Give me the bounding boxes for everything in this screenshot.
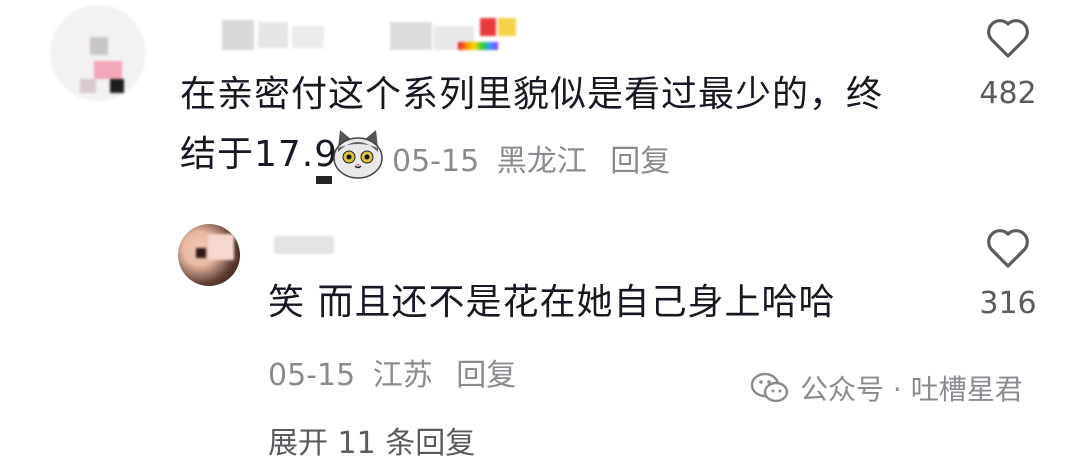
like-button[interactable] (984, 224, 1032, 272)
heart-icon (987, 229, 1029, 268)
reply-button[interactable]: 回复 (456, 358, 516, 393)
reply-button[interactable]: 回复 (610, 144, 670, 179)
like-button[interactable] (984, 14, 1032, 62)
comment-text-line-1: 在亲密付这个系列里貌似是看过最少的，终 (180, 74, 884, 115)
comment-text-line-2: 结于17.9 (180, 126, 338, 184)
mosaic-fragment (316, 176, 332, 184)
reply-commenter-username[interactable] (274, 236, 334, 254)
like-count: 482 (979, 76, 1037, 111)
reply-date: 05-15 (268, 358, 356, 393)
watermark-text: 公众号 · 吐槽星君 (800, 373, 1023, 406)
comment-meta: 05-15 黑龙江 回复 (392, 136, 670, 180)
comment-location: 黑龙江 (496, 144, 587, 179)
expand-replies-button[interactable]: 展开 11 条回复 (268, 418, 475, 462)
wechat-icon (750, 372, 789, 403)
comment-date: 05-15 (392, 144, 480, 179)
like-count: 316 (979, 286, 1037, 321)
reply-location: 江苏 (372, 358, 433, 393)
reply-commenter-avatar[interactable] (178, 224, 240, 286)
reply-text: 笑 而且还不是花在她自己身上哈哈 (268, 282, 836, 323)
commenter-username[interactable] (222, 16, 522, 52)
comment-1: 在亲密付这个系列里貌似是看过最少的，终 结于17.9 05-15 黑龙江 回复 … (0, 0, 1080, 200)
reply-meta: 05-15 江苏 回复 (268, 350, 516, 394)
heart-icon (987, 19, 1029, 58)
watermark: 公众号 · 吐槽星君 (750, 368, 1023, 408)
cat-emoji-icon (330, 126, 386, 182)
commenter-avatar[interactable] (50, 5, 146, 101)
comment-text-value: 结于17.9 (180, 134, 339, 175)
